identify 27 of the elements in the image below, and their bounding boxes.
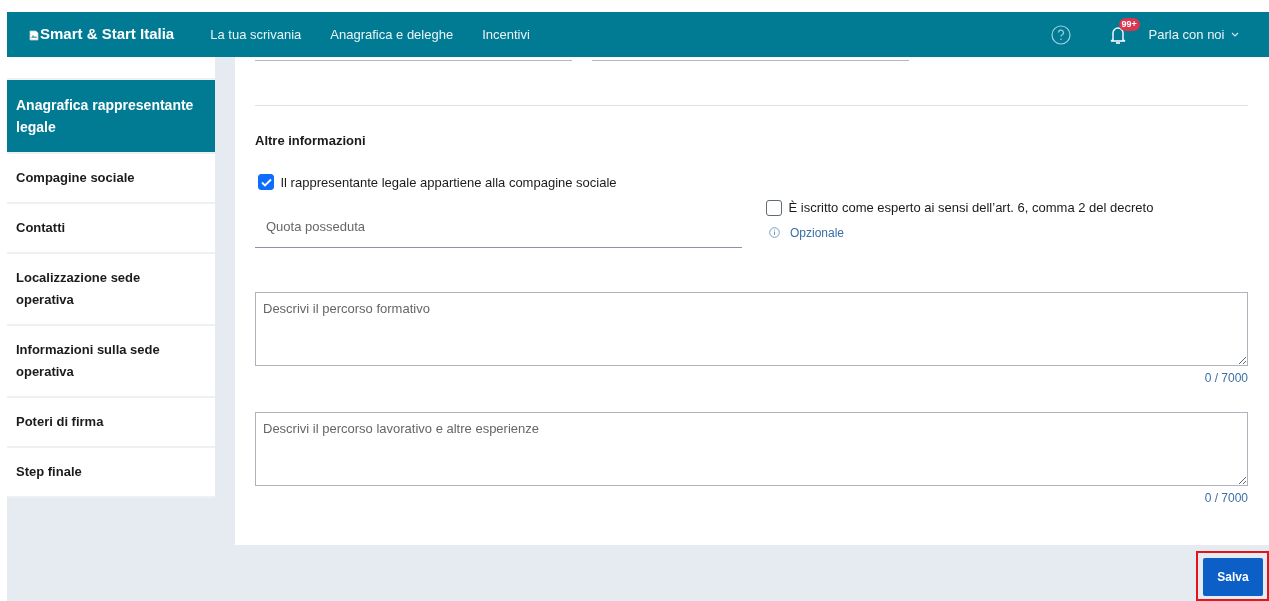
checkbox-label: È iscritto come esperto ai sensi dell’art. 6, comma 2 del decreto bbox=[788, 199, 1154, 218]
user-menu[interactable]: Parla con noi bbox=[1148, 24, 1239, 45]
help-icon[interactable] bbox=[1050, 24, 1071, 45]
sidebar-item[interactable]: Informazioni sulla sede operativa bbox=[7, 326, 215, 398]
text-area[interactable]: Descrivi il percorso formativo bbox=[255, 291, 1248, 366]
chevron-down-icon bbox=[1231, 31, 1239, 38]
sidebar-item[interactable]: Step finale bbox=[7, 448, 215, 498]
sidebar-item[interactable]: Compagine sociale bbox=[7, 154, 215, 204]
checkbox[interactable] bbox=[766, 200, 782, 216]
save-button[interactable]: Salva bbox=[1203, 558, 1263, 596]
sidebar-item[interactable]: Contatti bbox=[7, 204, 215, 254]
nav-link[interactable]: Anagrafica e deleghe bbox=[330, 24, 454, 45]
text-area[interactable]: Descrivi il percorso lavorativo e altre esperienze bbox=[255, 411, 1248, 486]
brand-name[interactable]: Smart & Start Italia bbox=[40, 23, 175, 46]
sidebar-item[interactable]: Poteri di firma bbox=[7, 398, 215, 448]
nav-link[interactable]: La tua scrivania bbox=[210, 24, 302, 45]
checkbox[interactable] bbox=[258, 174, 274, 191]
checkbox-label: Il rappresentante legale appartiene alla compagine sociale bbox=[280, 173, 617, 192]
sidebar-item[interactable]: Localizzazione sede operativa bbox=[7, 254, 215, 326]
hint-text: Opzionale bbox=[790, 224, 845, 242]
notification-badge: 99+ bbox=[1118, 17, 1140, 31]
character-counter: 0 / 7000 bbox=[1204, 370, 1248, 385]
info-icon bbox=[769, 227, 780, 239]
character-counter: 0 / 7000 bbox=[1204, 490, 1248, 505]
section-title: Altre informazioni bbox=[255, 132, 367, 150]
sidebar-item[interactable]: Anagrafica rappresentante legale bbox=[7, 80, 215, 154]
nav-link[interactable]: Incentivi bbox=[482, 24, 530, 45]
